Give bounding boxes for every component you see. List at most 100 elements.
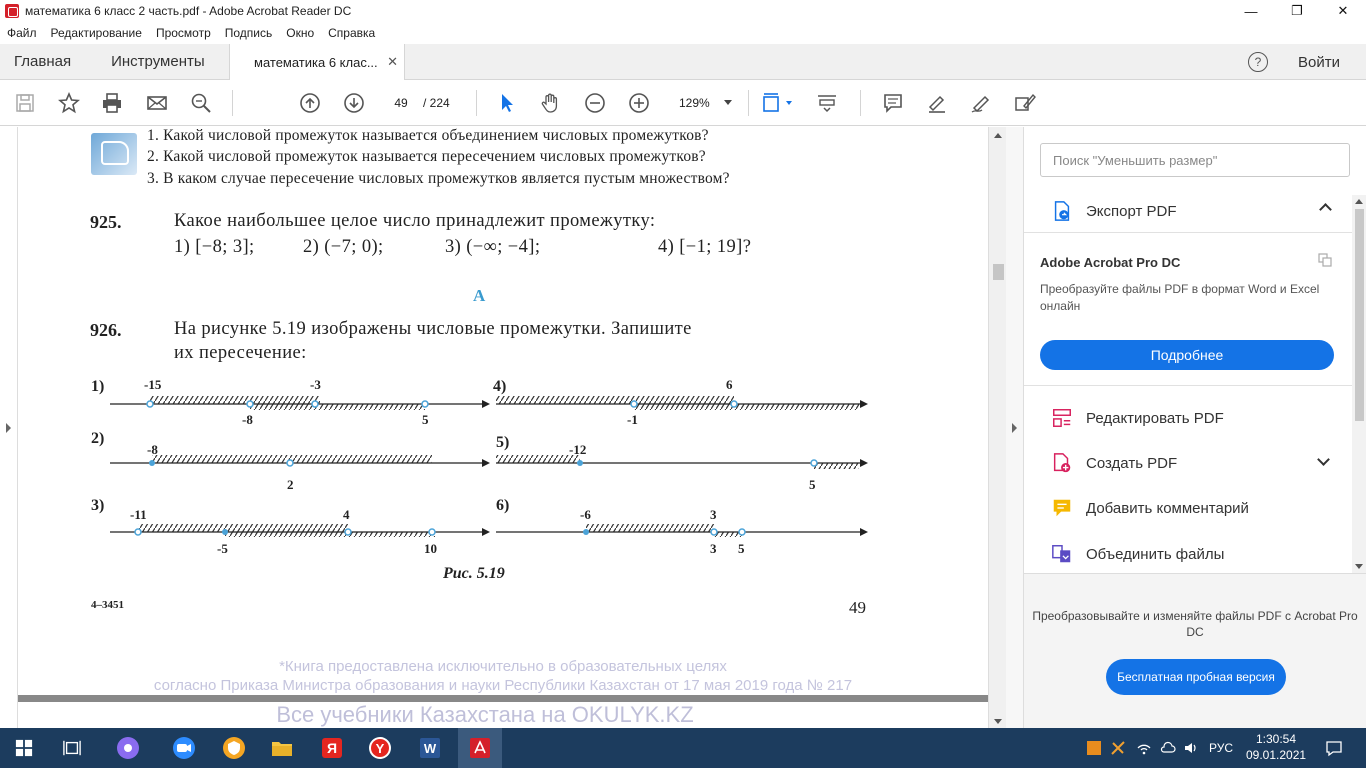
right-panel-toggle[interactable] [1006,127,1024,728]
login-button[interactable]: Войти [1298,54,1340,71]
vertical-scrollbar[interactable] [988,127,1006,728]
tool-label: Объединить файлы [1086,545,1225,563]
panel-scrollbar[interactable] [1352,195,1366,573]
app-circle-icon[interactable] [114,734,142,762]
title-bar: математика 6 класс 2 часть.pdf - Adobe A… [0,0,1366,22]
tool-edit-pdf[interactable]: Редактировать PDF [1024,398,1352,438]
minimize-button[interactable]: — [1228,0,1274,22]
copy-icon[interactable] [1318,253,1332,267]
document-viewer: 1. Какой числовой промежуток называется … [0,127,1006,728]
chevron-down-icon[interactable] [1317,453,1330,466]
toolbar: 49 / 224 129% [0,80,1366,126]
yandex-browser-icon[interactable]: Y [366,734,394,762]
print-icon[interactable] [100,91,124,115]
zoom-out-icon[interactable] [583,91,607,115]
find-zoom-icon[interactable] [189,91,213,115]
close-button[interactable]: ✕ [1320,0,1366,22]
combine-files-icon [1050,542,1074,566]
cloud-icon[interactable] [1160,728,1176,768]
menu-file[interactable]: Файл [7,26,37,40]
fit-page-icon[interactable] [760,91,796,115]
number-line-figure [496,524,868,537]
taskbar-clock[interactable]: 1:30:54 09.01.2021 [1246,731,1306,763]
upsell-box: Преобразовывайте и изменяйте файлы PDF с… [1024,573,1366,728]
left-panel-toggle[interactable] [0,127,18,728]
scroll-down-icon[interactable] [994,719,1002,724]
section-label: А [473,286,486,305]
scroll-up-icon[interactable] [1355,199,1363,204]
scrollbar-thumb[interactable] [993,264,1004,280]
tick-label: -12 [569,442,587,457]
notifications-icon[interactable] [1325,728,1343,768]
tool-label: Создать PDF [1086,454,1178,472]
question-line: 3. В каком случае пересечение числовых п… [147,170,730,187]
tick-label: -11 [130,507,147,522]
problem-text: Какое наибольшее целое число принадлежит… [174,211,656,231]
problem-option: 1) [−8; 3]; [174,237,255,257]
volume-icon[interactable] [1183,728,1199,768]
task-view-icon[interactable] [58,734,86,762]
tab-home[interactable]: Главная [14,53,71,70]
menu-bar: Файл Редактирование Просмотр Подпись Окн… [0,22,1366,44]
tray-tool-icon[interactable] [1110,728,1126,768]
restore-button[interactable]: ❐ [1274,0,1320,22]
menu-window[interactable]: Окно [286,26,314,40]
scroll-down-icon[interactable] [1355,564,1363,569]
tools-search-input[interactable]: Поиск "Уменьшить размер" [1040,143,1350,177]
horizontal-scrollbar[interactable] [18,695,988,702]
scrollbar-thumb[interactable] [1355,209,1364,421]
acrobat-taskbar-icon[interactable] [458,728,502,768]
free-trial-button[interactable]: Бесплатная пробная версия [1106,659,1286,695]
upsell-text: Преобразовывайте и изменяйте файлы PDF с… [1032,609,1358,639]
zoom-in-icon[interactable] [627,91,651,115]
more-info-button[interactable]: Подробнее [1040,340,1334,370]
page-number-input[interactable]: 49 [386,92,416,114]
bookmark-star-icon[interactable] [57,91,81,115]
tool-combine-files[interactable]: Объединить файлы [1024,534,1352,574]
svg-text:W: W [424,741,437,756]
select-cursor-icon[interactable] [495,91,519,115]
network-icon[interactable] [1136,728,1152,768]
tool-add-comment[interactable]: Добавить комментарий [1024,488,1352,528]
file-explorer-icon[interactable] [268,734,296,762]
fill-sign-icon[interactable] [1013,91,1037,115]
menu-help[interactable]: Справка [328,26,375,40]
zoom-level-select[interactable]: 129% [672,92,740,114]
hand-tool-icon[interactable] [539,91,563,115]
menu-view[interactable]: Просмотр [156,26,211,40]
tab-tools[interactable]: Инструменты [111,53,205,70]
draw-sign-icon[interactable] [969,91,993,115]
yandex-icon[interactable]: Я [318,734,346,762]
menu-sign[interactable]: Подпись [225,26,273,40]
page-total: / 224 [423,96,450,110]
scroll-up-icon[interactable] [994,133,1002,138]
save-icon[interactable] [13,91,37,115]
tab-document[interactable]: математика 6 клас... ✕ [229,44,405,80]
close-tab-icon[interactable]: ✕ [387,54,398,70]
word-icon[interactable]: W [416,734,444,762]
comment-icon[interactable] [881,91,905,115]
problem-number: 925. [90,212,122,232]
help-icon[interactable]: ? [1248,52,1269,72]
tick-label: 2 [287,477,294,492]
menu-edit[interactable]: Редактирование [51,26,142,40]
email-icon[interactable] [145,91,169,115]
tool-create-pdf[interactable]: Создать PDF [1024,443,1352,483]
tick-label: 4 [343,507,350,522]
input-language[interactable]: РУС [1209,728,1233,768]
create-pdf-icon [1050,451,1074,475]
acrobat-app-icon [5,4,19,18]
pdf-page: 1. Какой числовой промежуток называется … [18,127,988,728]
highlight-pen-icon[interactable] [925,91,949,115]
export-pdf-section[interactable]: Экспорт PDF [1024,191,1352,233]
export-pdf-icon [1050,199,1074,223]
tray-app-icon[interactable] [1086,728,1102,768]
problem-number: 926. [90,320,122,340]
next-page-icon[interactable] [342,91,366,115]
prev-page-icon[interactable] [298,91,322,115]
tick-label: -6 [580,507,591,522]
zoom-app-icon[interactable] [170,734,198,762]
scroll-mode-icon[interactable] [815,91,839,115]
browser-shield-icon[interactable] [220,734,248,762]
windows-start-icon[interactable] [10,734,38,762]
